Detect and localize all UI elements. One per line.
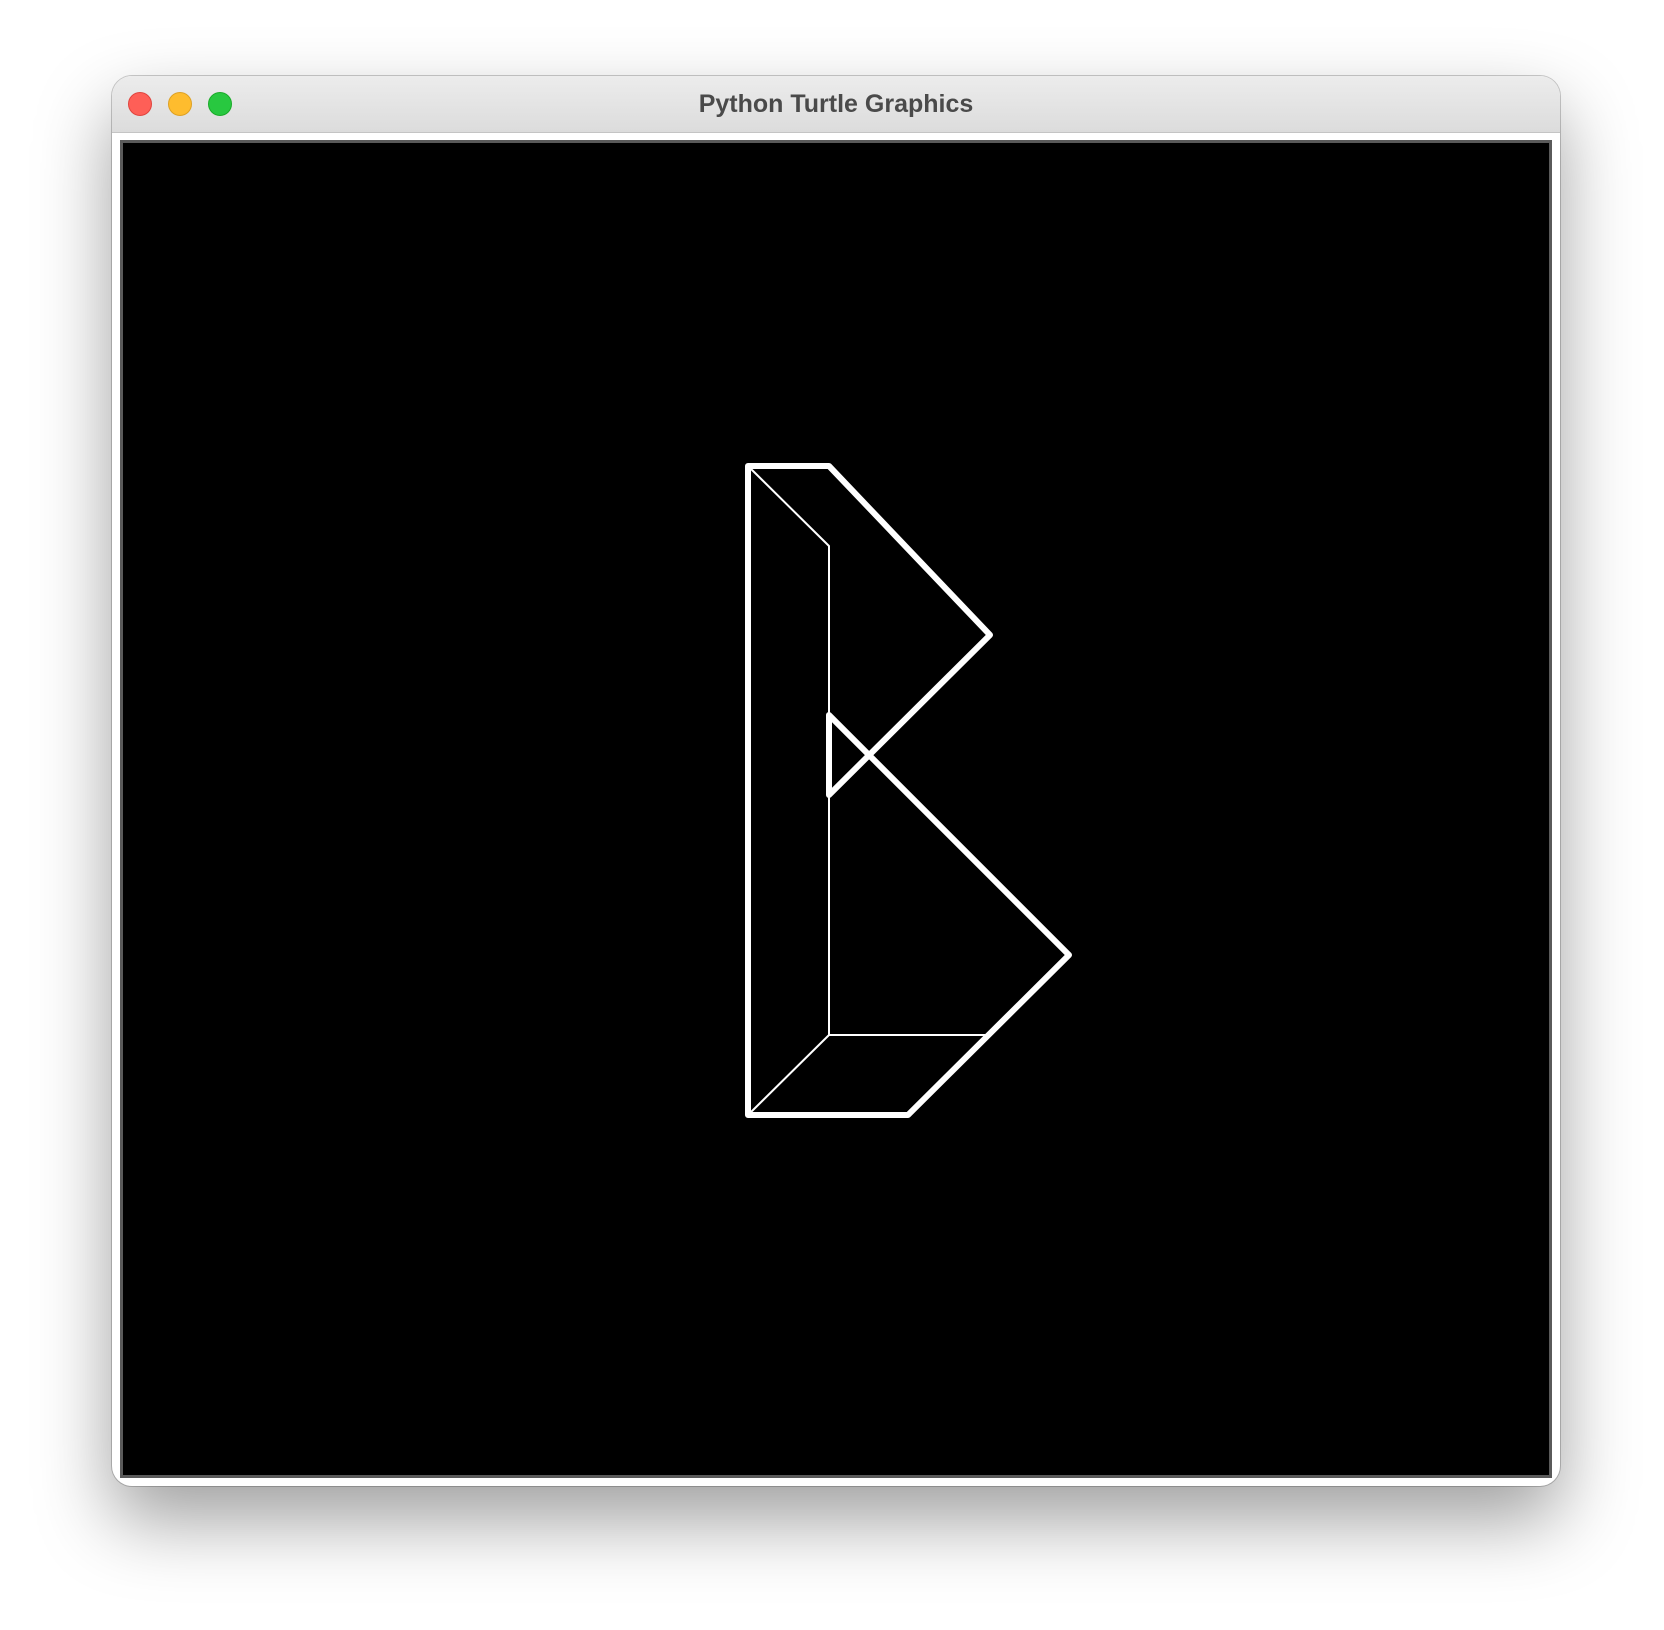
outer-outline [745,463,1072,1118]
inner-depth-line-bottom [747,1034,990,1116]
turtle-canvas-frame [120,140,1552,1478]
inner-depth-line-top [747,465,830,1036]
window-title: Python Turtle Graphics [698,90,974,118]
b-letter-drawing [745,463,1072,1118]
turtle-canvas[interactable] [123,143,1549,1475]
turtle-window: Python Turtle Graphics [112,76,1560,1486]
title-bar[interactable]: Python Turtle Graphics [112,76,1560,133]
